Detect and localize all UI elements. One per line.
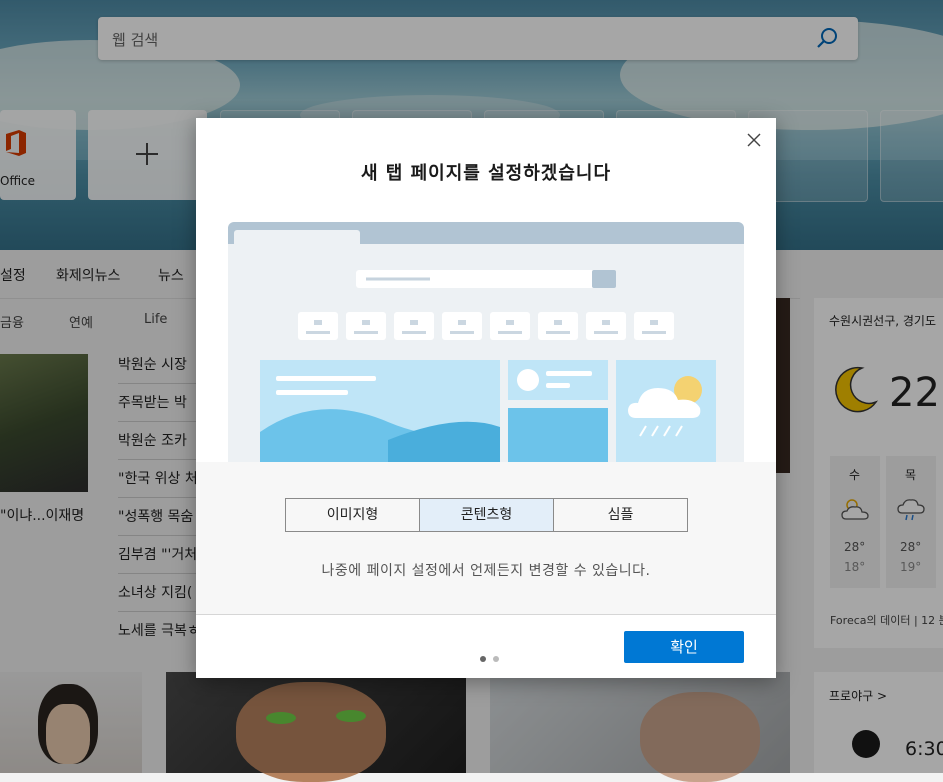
layout-selector: 이미지형 콘텐츠형 심플 <box>285 498 688 532</box>
close-icon[interactable] <box>746 132 762 148</box>
dialog-title: 새 탭 페이지를 설정하겠습니다 <box>360 163 612 184</box>
layout-option-content[interactable]: 콘텐츠형 <box>420 499 554 531</box>
page-dot[interactable] <box>493 656 499 662</box>
layout-preview-illustration <box>228 222 744 462</box>
dialog-options-area <box>196 462 776 614</box>
layout-option-simple[interactable]: 심플 <box>554 499 687 531</box>
dialog-hint: 나중에 페이지 설정에서 언제든지 변경할 수 있습니다. <box>321 563 651 579</box>
layout-option-image[interactable]: 이미지형 <box>286 499 420 531</box>
page-dot-active[interactable] <box>480 656 486 662</box>
page-indicator <box>480 647 506 666</box>
confirm-button[interactable]: 확인 <box>624 631 744 663</box>
divider <box>196 614 776 615</box>
setup-dialog: 새 탭 페이지를 설정하겠습니다 이미지형 콘텐츠형 심플 나중에 페이지 설정… <box>196 118 776 678</box>
